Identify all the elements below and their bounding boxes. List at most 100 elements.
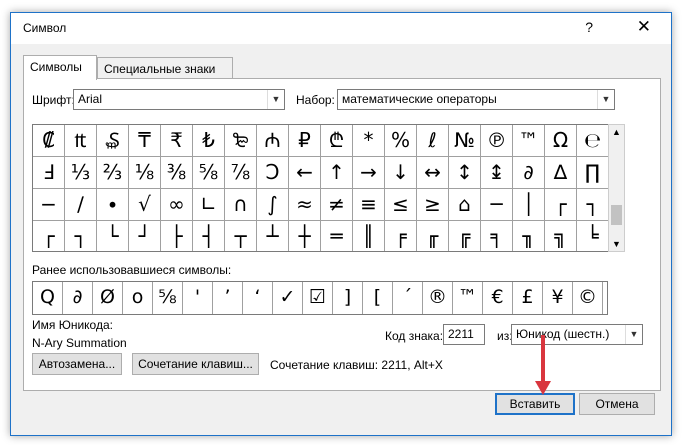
symbol-grid[interactable]: ₡₶₷₸₹₺₻₼₽₾*%ℓ№℗™Ω℮⅍Ⅎ⅓⅔⅛⅜⅝⅞Ↄ←↑→↓↔↕↨∂∆∏∑−∕…	[32, 124, 608, 252]
symbol-cell[interactable]: ≤	[385, 189, 417, 221]
symbol-cell[interactable]: ₾	[321, 125, 353, 157]
symbol-cell[interactable]: ℗	[481, 125, 513, 157]
recent-symbol-cell[interactable]: [	[363, 282, 393, 314]
symbol-cell[interactable]: ╔	[449, 221, 481, 251]
symbol-cell[interactable]: ∟	[193, 189, 225, 221]
recent-symbol-cell[interactable]: ’	[213, 282, 243, 314]
recent-symbol-cell[interactable]: ™	[453, 282, 483, 314]
recent-symbol-cell[interactable]: £	[513, 282, 543, 314]
recent-symbol-cell[interactable]: o	[123, 282, 153, 314]
shortcut-key-button[interactable]: Сочетание клавиш...	[132, 353, 259, 375]
symbol-cell[interactable]: ₹	[161, 125, 193, 157]
symbol-cell[interactable]: ┌	[33, 221, 65, 251]
symbol-cell[interactable]: ↓	[385, 157, 417, 189]
tab-special-chars[interactable]: Специальные знаки	[97, 57, 233, 79]
scroll-thumb[interactable]	[611, 205, 622, 225]
symbol-cell[interactable]: ₷	[97, 125, 129, 157]
symbol-cell[interactable]: ∫	[257, 189, 289, 221]
symbol-cell[interactable]: │	[513, 189, 545, 221]
symbol-cell[interactable]: ┬	[225, 221, 257, 251]
symbol-cell[interactable]: ═	[321, 221, 353, 251]
symbol-cell[interactable]: ╗	[545, 221, 577, 251]
symbol-cell[interactable]: ╖	[513, 221, 545, 251]
recent-symbol-cell[interactable]: Ø	[93, 282, 123, 314]
symbol-cell[interactable]: ┐	[65, 221, 97, 251]
symbol-cell[interactable]: ≈	[289, 189, 321, 221]
symbol-cell[interactable]: ┘	[129, 221, 161, 251]
recent-symbol-cell[interactable]: '	[183, 282, 213, 314]
symbol-cell[interactable]: ┴	[257, 221, 289, 251]
chevron-down-icon[interactable]: ▼	[597, 90, 614, 109]
symbol-cell[interactable]: ↔	[417, 157, 449, 189]
symbol-cell[interactable]: ∆	[545, 157, 577, 189]
recent-symbol-cell[interactable]: ✓	[273, 282, 303, 314]
symbol-cell[interactable]: ₸	[129, 125, 161, 157]
scroll-down-icon[interactable]: ▼	[612, 239, 621, 249]
recent-symbols-row[interactable]: Q ∂ Øo ⅝ '’ ‘✓ ☑][´ ® ™ € £ ¥ ©	[32, 281, 608, 315]
recent-symbol-cell[interactable]: ∂	[63, 282, 93, 314]
recent-symbol-cell[interactable]: €	[483, 282, 513, 314]
symbol-cell[interactable]: ⅜	[161, 157, 193, 189]
symbol-cell[interactable]: ℮	[577, 125, 608, 157]
symbol-cell[interactable]: ⅝	[193, 157, 225, 189]
symbol-cell[interactable]: ⅞	[225, 157, 257, 189]
symbol-cell[interactable]: Ↄ	[257, 157, 289, 189]
symbol-cell[interactable]: └	[97, 221, 129, 251]
help-icon[interactable]: ?	[585, 19, 593, 35]
scroll-up-icon[interactable]: ▲	[612, 127, 621, 137]
symbol-cell[interactable]: ↨	[481, 157, 513, 189]
symbol-cell[interactable]: ∂	[513, 157, 545, 189]
symbol-cell[interactable]: ⅓	[65, 157, 97, 189]
symbol-cell[interactable]: ⌂	[449, 189, 481, 221]
cancel-button[interactable]: Отмена	[579, 393, 655, 415]
symbol-cell[interactable]: ←	[289, 157, 321, 189]
recent-symbol-cell[interactable]: ¥	[543, 282, 573, 314]
chevron-down-icon[interactable]: ▼	[267, 90, 284, 109]
symbol-cell[interactable]: %	[385, 125, 417, 157]
symbol-cell[interactable]: ₺	[193, 125, 225, 157]
symbol-cell[interactable]: ₽	[289, 125, 321, 157]
symbol-cell[interactable]: ₻	[225, 125, 257, 157]
grid-scrollbar[interactable]: ▲ ▼	[608, 124, 625, 252]
symbol-cell[interactable]: Ⅎ	[33, 157, 65, 189]
symbol-cell[interactable]: ∕	[65, 189, 97, 221]
symbol-cell[interactable]: *	[353, 125, 385, 157]
recent-symbol-cell[interactable]: ©	[573, 282, 603, 314]
symbol-cell[interactable]: ─	[481, 189, 513, 221]
autocorrect-button[interactable]: Автозамена...	[32, 353, 122, 375]
symbol-cell[interactable]: ⅛	[129, 157, 161, 189]
symbol-cell[interactable]: ≥	[417, 189, 449, 221]
char-code-input[interactable]: 2211	[443, 324, 485, 345]
symbol-cell[interactable]: ∏	[577, 157, 608, 189]
recent-symbol-cell[interactable]: ⅝	[153, 282, 183, 314]
symbol-cell[interactable]: ┤	[193, 221, 225, 251]
symbol-cell[interactable]: ≠	[321, 189, 353, 221]
symbol-cell[interactable]: ₶	[65, 125, 97, 157]
tab-symbols[interactable]: Символы	[23, 55, 97, 80]
symbol-cell[interactable]: ├	[161, 221, 193, 251]
symbol-cell[interactable]: ∩	[225, 189, 257, 221]
chevron-down-icon[interactable]: ▼	[625, 325, 642, 344]
symbol-cell[interactable]: №	[449, 125, 481, 157]
symbol-cell[interactable]: √	[129, 189, 161, 221]
symbol-cell[interactable]: ℓ	[417, 125, 449, 157]
close-icon[interactable]: ✕	[637, 17, 651, 37]
symbol-cell[interactable]: ┐	[577, 189, 608, 221]
symbol-cell[interactable]: ╕	[481, 221, 513, 251]
symbol-cell[interactable]: →	[353, 157, 385, 189]
recent-symbol-cell[interactable]: ☑	[303, 282, 333, 314]
symbol-cell[interactable]: ₡	[33, 125, 65, 157]
symbol-cell[interactable]: ┼	[289, 221, 321, 251]
symbol-cell[interactable]: ∞	[161, 189, 193, 221]
insert-button[interactable]: Вставить	[495, 393, 575, 415]
symbol-cell[interactable]: ↕	[449, 157, 481, 189]
symbol-cell[interactable]: −	[33, 189, 65, 221]
symbol-cell[interactable]: ∙	[97, 189, 129, 221]
symbol-cell[interactable]: ⅔	[97, 157, 129, 189]
recent-symbol-cell[interactable]: ´	[393, 282, 423, 314]
symbol-cell[interactable]: ≡	[353, 189, 385, 221]
from-combo[interactable]: Юникод (шестн.) ▼	[511, 324, 643, 345]
symbol-cell[interactable]: ╒	[385, 221, 417, 251]
symbol-cell[interactable]: ╓	[417, 221, 449, 251]
symbol-cell[interactable]: ↑	[321, 157, 353, 189]
